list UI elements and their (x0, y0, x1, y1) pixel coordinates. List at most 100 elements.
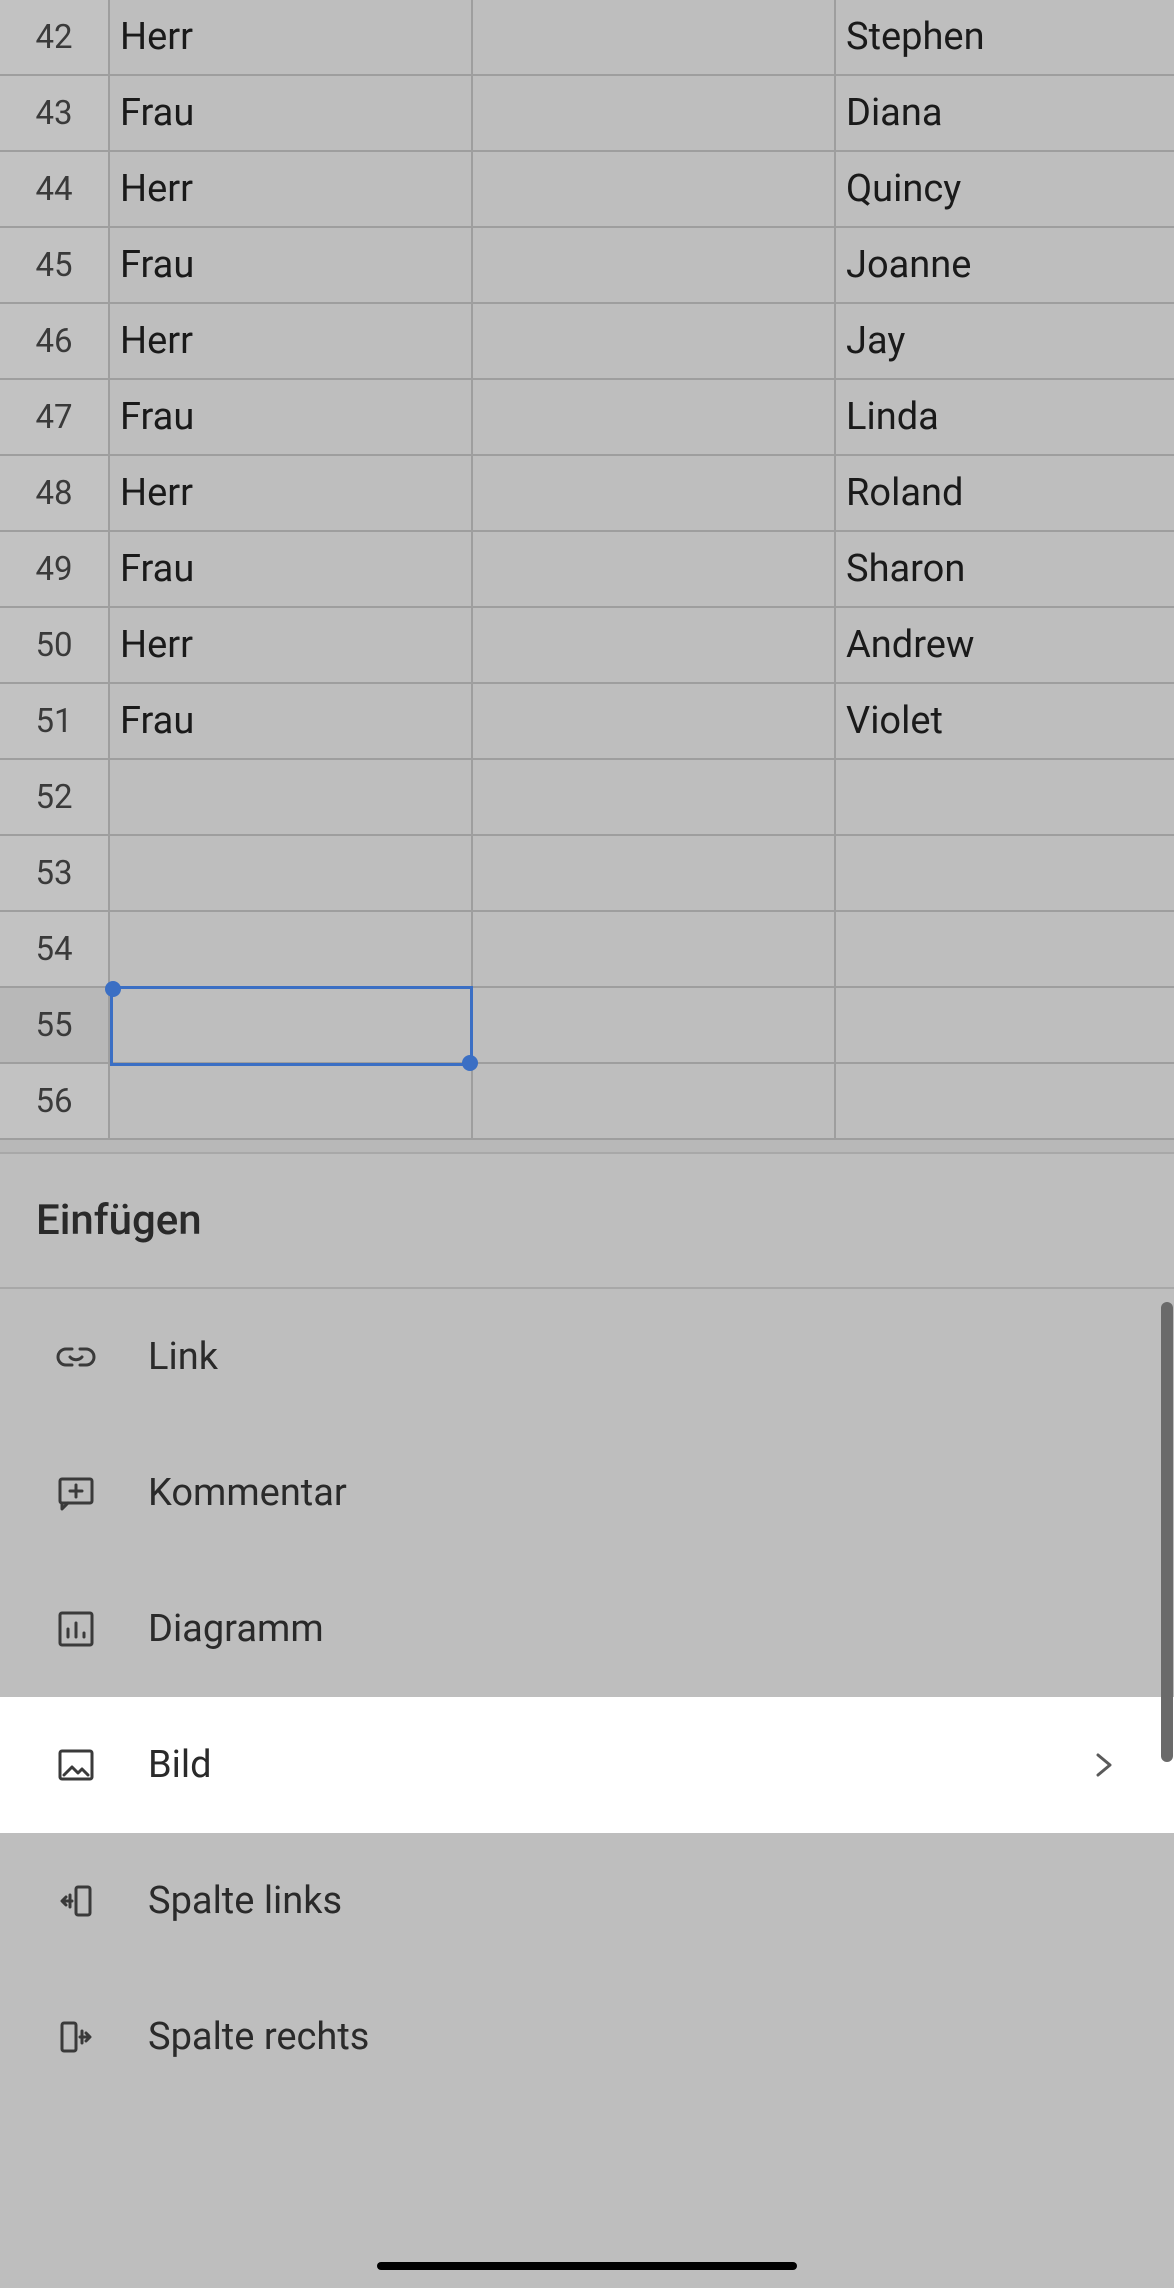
cell[interactable] (836, 912, 1174, 986)
cell[interactable]: Frau (110, 380, 473, 454)
cell[interactable]: Herr (110, 152, 473, 226)
row-header[interactable]: 54 (0, 912, 110, 986)
home-indicator[interactable] (377, 2262, 797, 2270)
menu-item-kommentar[interactable]: Kommentar (0, 1425, 1174, 1561)
insert-bottom-sheet: Einfügen Link Kommentar Diagramm Bild Spalte… (0, 1152, 1174, 2288)
menu-label: Spalte links (148, 1879, 1120, 1923)
spreadsheet-grid[interactable]: 42HerrStephen43FrauDiana44HerrQuincy45Fr… (0, 0, 1174, 1140)
cell[interactable] (110, 760, 473, 834)
cell[interactable] (110, 836, 473, 910)
chart-icon (54, 1607, 98, 1651)
cell[interactable] (473, 0, 836, 74)
cell[interactable] (473, 380, 836, 454)
table-row[interactable]: 44Herr Quincy (0, 152, 1174, 228)
menu-item-spalte-rechts[interactable]: Spalte rechts (0, 1969, 1174, 2105)
image-icon (54, 1743, 98, 1787)
cell[interactable] (836, 836, 1174, 910)
row-header[interactable]: 44 (0, 152, 110, 226)
row-header[interactable]: 49 (0, 532, 110, 606)
cell[interactable]: Andrew (836, 608, 1174, 682)
row-header[interactable]: 48 (0, 456, 110, 530)
cell[interactable] (473, 608, 836, 682)
comment-icon (54, 1471, 98, 1515)
row-header[interactable]: 42 (0, 0, 110, 74)
cell[interactable] (836, 988, 1174, 1062)
scrollbar-thumb[interactable] (1161, 1302, 1173, 1762)
table-row[interactable]: 52 (0, 760, 1174, 836)
cell[interactable]: Diana (836, 76, 1174, 150)
table-row[interactable]: 43Frau Diana (0, 76, 1174, 152)
menu-label: Link (148, 1335, 1120, 1379)
cell[interactable] (836, 1064, 1174, 1138)
table-row[interactable]: 55 (0, 988, 1174, 1064)
table-row[interactable]: 56 (0, 1064, 1174, 1140)
cell[interactable] (473, 456, 836, 530)
row-header[interactable]: 56 (0, 1064, 110, 1138)
cell[interactable]: Sharon (836, 532, 1174, 606)
cell[interactable] (473, 304, 836, 378)
table-row[interactable]: 45Frau Joanne (0, 228, 1174, 304)
menu-label: Diagramm (148, 1607, 1120, 1651)
panel-title: Einfügen (0, 1154, 1174, 1287)
table-row[interactable]: 42Herr Stephen (0, 0, 1174, 76)
menu-item-link[interactable]: Link (0, 1289, 1174, 1425)
cell[interactable]: Quincy (836, 152, 1174, 226)
cell[interactable]: Joanne (836, 228, 1174, 302)
menu-label: Kommentar (148, 1471, 1120, 1515)
row-header[interactable]: 55 (0, 988, 110, 1062)
table-row[interactable]: 49Frau Sharon (0, 532, 1174, 608)
table-row[interactable]: 54 (0, 912, 1174, 988)
row-header[interactable]: 50 (0, 608, 110, 682)
table-row[interactable]: 51Frau Violet (0, 684, 1174, 760)
cell[interactable]: Frau (110, 228, 473, 302)
row-header[interactable]: 51 (0, 684, 110, 758)
table-row[interactable]: 48Herr Roland (0, 456, 1174, 532)
cell[interactable] (473, 1064, 836, 1138)
cell[interactable] (473, 988, 836, 1062)
cell[interactable]: Frau (110, 76, 473, 150)
menu-item-diagramm[interactable]: Diagramm (0, 1561, 1174, 1697)
cell[interactable] (473, 76, 836, 150)
menu-label: Bild (148, 1743, 1088, 1787)
row-header[interactable]: 43 (0, 76, 110, 150)
menu-label: Spalte rechts (148, 2015, 1120, 2059)
cell[interactable]: Stephen (836, 0, 1174, 74)
menu-item-spalte-links[interactable]: Spalte links (0, 1833, 1174, 1969)
table-row[interactable]: 50Herr Andrew (0, 608, 1174, 684)
row-header[interactable]: 52 (0, 760, 110, 834)
cell[interactable]: Herr (110, 608, 473, 682)
cell[interactable] (473, 532, 836, 606)
cell[interactable] (473, 152, 836, 226)
table-row[interactable]: 53 (0, 836, 1174, 912)
cell[interactable]: Frau (110, 684, 473, 758)
cell[interactable] (836, 760, 1174, 834)
cell[interactable]: Herr (110, 304, 473, 378)
table-row[interactable]: 46Herr Jay (0, 304, 1174, 380)
cell[interactable] (110, 912, 473, 986)
row-header[interactable]: 47 (0, 380, 110, 454)
cell[interactable]: Linda (836, 380, 1174, 454)
table-row[interactable]: 47Frau Linda (0, 380, 1174, 456)
cell[interactable]: Herr (110, 0, 473, 74)
menu-item-bild[interactable]: Bild (0, 1697, 1174, 1833)
scrollbar-track[interactable] (1160, 1294, 1174, 2288)
cell[interactable] (473, 912, 836, 986)
cell[interactable]: Jay (836, 304, 1174, 378)
cell[interactable] (473, 228, 836, 302)
cell[interactable] (110, 988, 473, 1062)
cell[interactable]: Frau (110, 532, 473, 606)
chevron-right-icon (1088, 1749, 1120, 1781)
link-icon (54, 1335, 98, 1379)
cell[interactable]: Violet (836, 684, 1174, 758)
row-header[interactable]: 45 (0, 228, 110, 302)
row-header[interactable]: 53 (0, 836, 110, 910)
row-header[interactable]: 46 (0, 304, 110, 378)
cell[interactable] (110, 1064, 473, 1138)
column-left-icon (54, 1879, 98, 1923)
cell[interactable] (473, 836, 836, 910)
cell[interactable] (473, 684, 836, 758)
column-right-icon (54, 2015, 98, 2059)
cell[interactable] (473, 760, 836, 834)
cell[interactable]: Herr (110, 456, 473, 530)
cell[interactable]: Roland (836, 456, 1174, 530)
